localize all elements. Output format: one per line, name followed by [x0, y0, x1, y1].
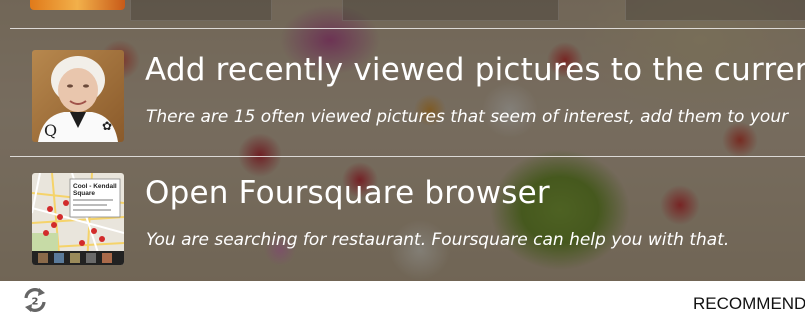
portrait-photo-icon: Q ✿	[32, 50, 124, 142]
map-thumbnail: Cool - Kendall Square	[32, 173, 124, 265]
suggestion-row-foursquare[interactable]: Cool - Kendall Square Open Foursquare br…	[0, 153, 805, 278]
map-popup-subtitle: Square	[73, 190, 95, 197]
svg-text:Q: Q	[44, 121, 57, 140]
map-screenshot-icon: Cool - Kendall Square	[32, 173, 124, 265]
suggestion-description: You are searching for restaurant. Foursq…	[146, 230, 730, 250]
suggestion-title: Open Foursquare browser	[145, 175, 550, 211]
previous-suggestion-row[interactable]	[0, 0, 805, 28]
svg-text:✿: ✿	[102, 119, 112, 133]
recommendation-panel: Q ✿ Add recently viewed pictures to the …	[0, 0, 805, 317]
portrait-thumbnail: Q ✿	[32, 50, 124, 142]
bottom-toolbar: 2 RECOMMEND	[0, 281, 805, 317]
suggestion-row-recent-pictures[interactable]: Q ✿ Add recently viewed pictures to the …	[0, 30, 805, 155]
refresh-count-badge: 2	[32, 297, 39, 308]
previous-suggestion-cell	[625, 0, 805, 21]
suggestion-title: Add recently viewed pictures to the curr…	[145, 52, 805, 88]
previous-suggestion-cell	[130, 0, 272, 21]
row-divider	[10, 28, 805, 29]
refresh-button[interactable]: 2	[20, 285, 50, 315]
map-popup-title: Cool - Kendall	[73, 183, 117, 190]
previous-suggestion-thumbnail	[30, 0, 125, 10]
refresh-icon: 2	[24, 288, 46, 312]
previous-suggestion-cell	[342, 0, 559, 21]
suggestion-description: There are 15 often viewed pictures that …	[146, 107, 789, 127]
recommendations-tab[interactable]: RECOMMEND	[693, 294, 805, 314]
